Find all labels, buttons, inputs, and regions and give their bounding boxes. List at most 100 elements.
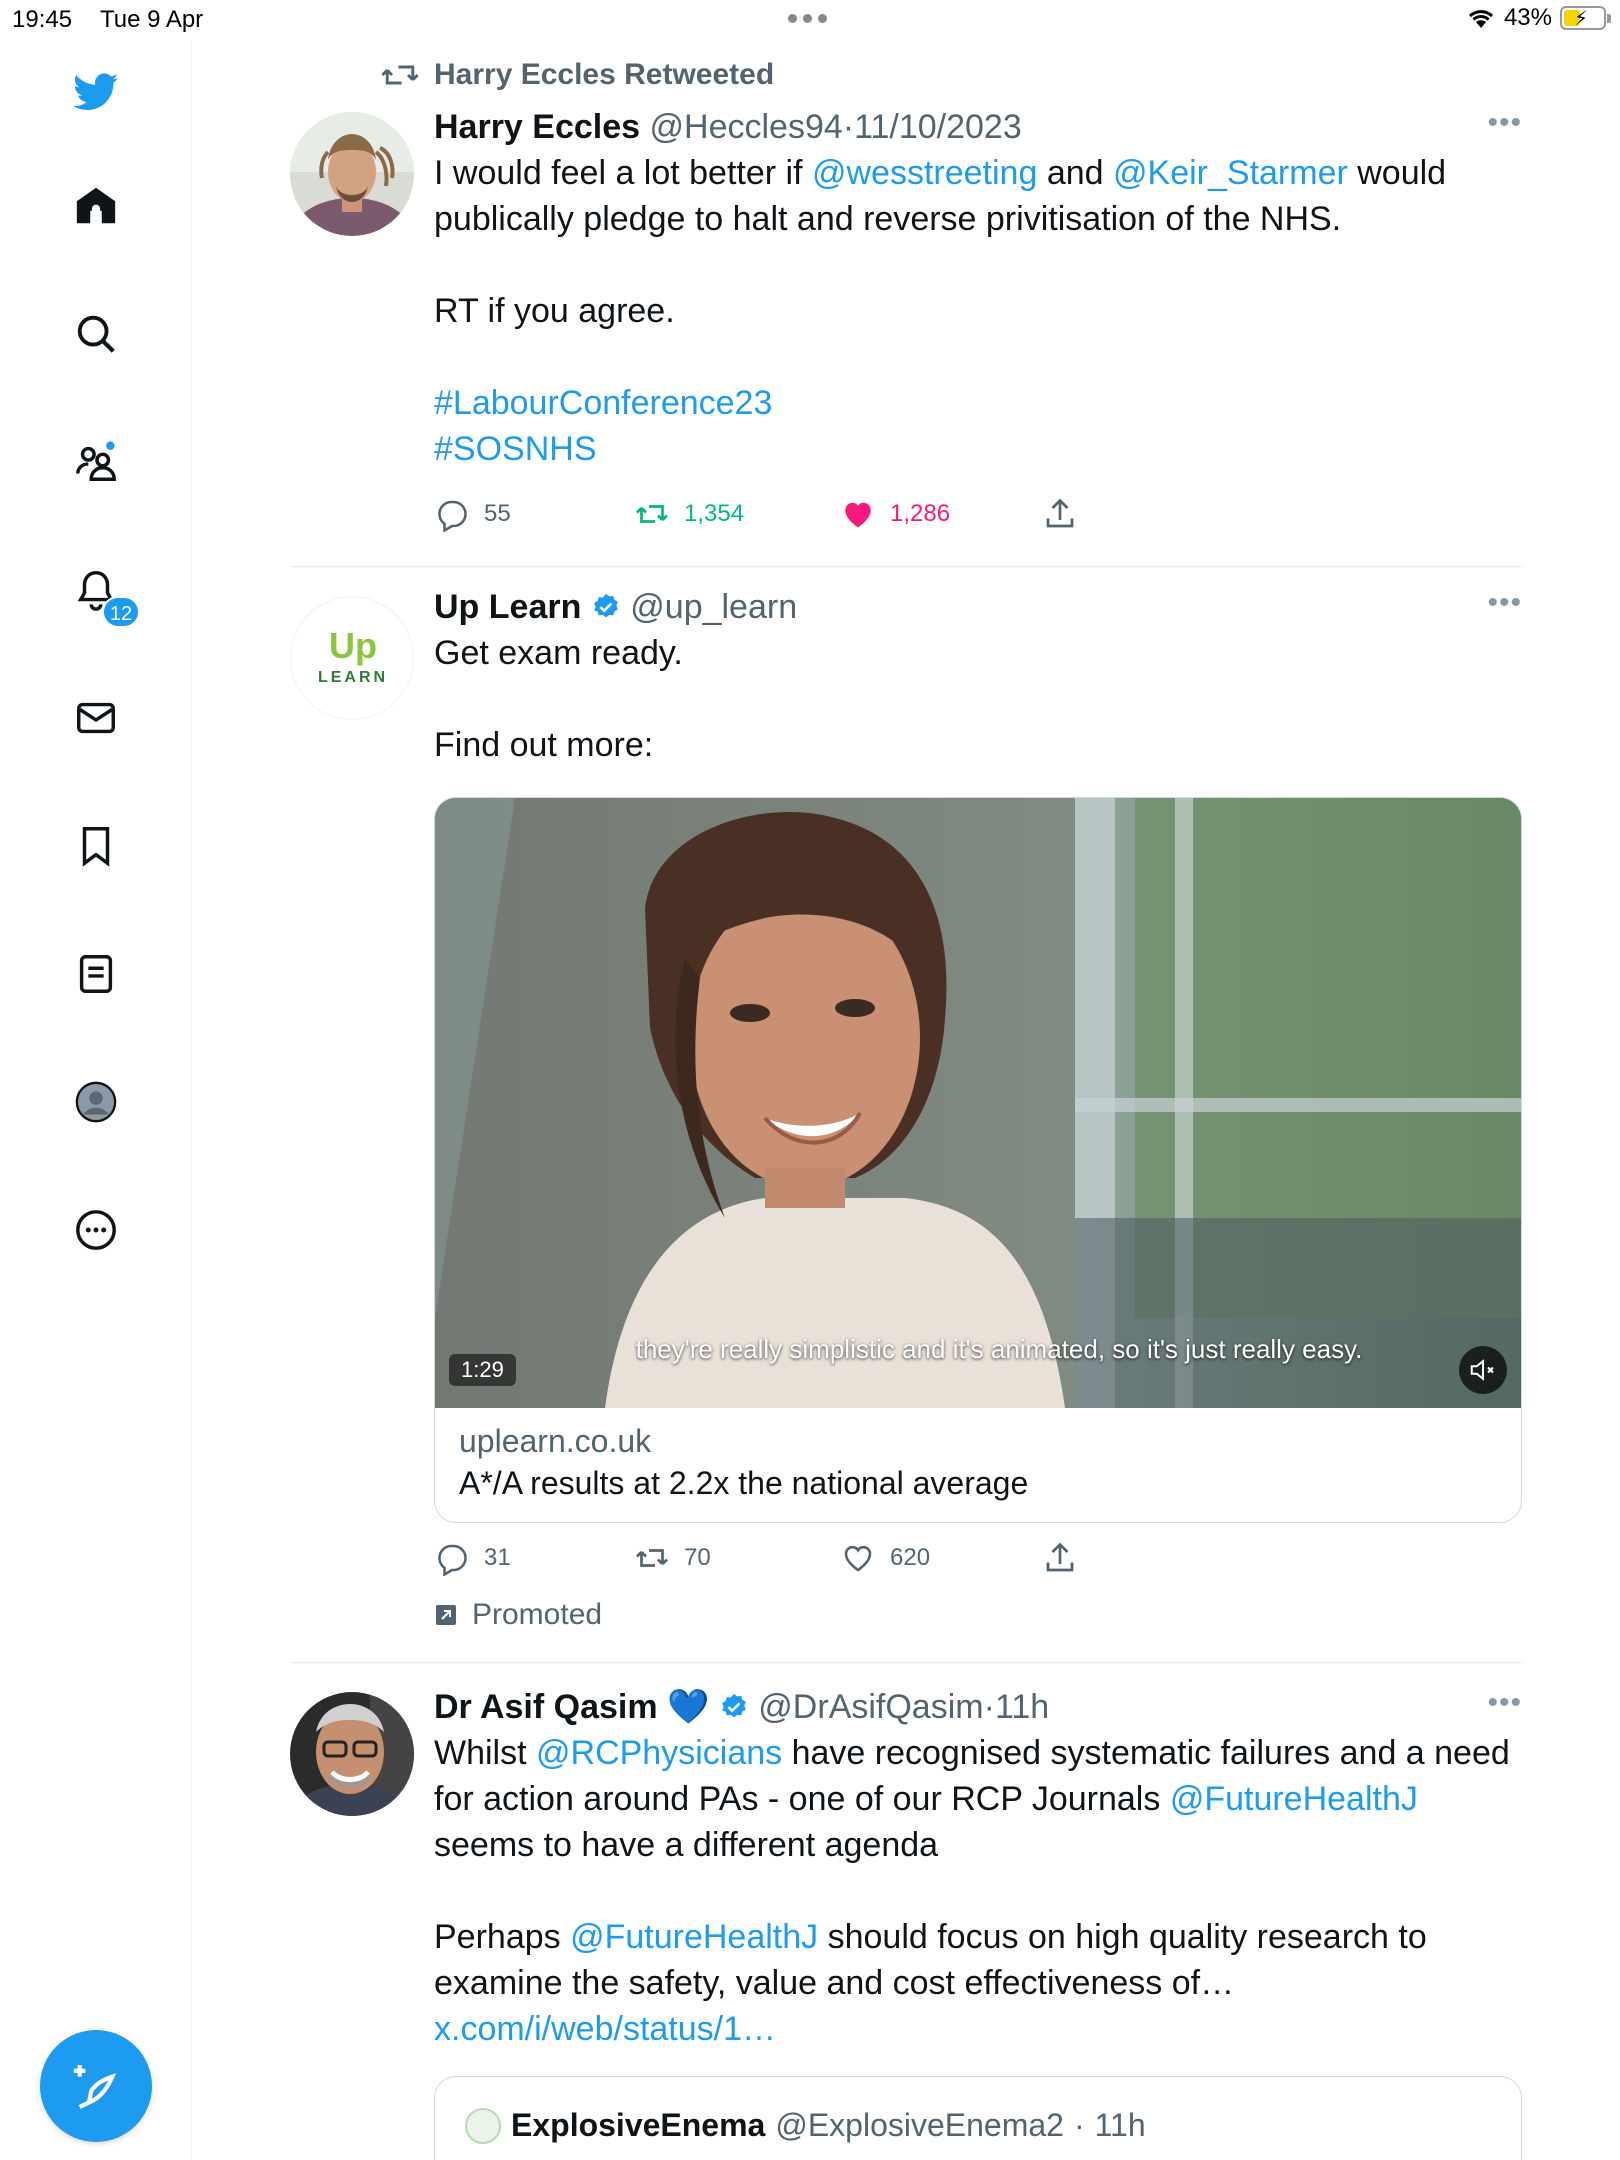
logo-text: LEARN	[317, 669, 389, 686]
heart-outline-icon	[844, 1545, 872, 1572]
separator: ·	[842, 108, 855, 146]
tweet-actions: 55 1,354 1,286	[434, 496, 1134, 536]
status-time: 19:45	[12, 6, 73, 33]
more-options-icon[interactable]: •••	[1487, 1686, 1522, 1720]
promoted-icon	[436, 1605, 456, 1625]
retweet-count: 70	[684, 1544, 711, 1571]
sidebar: 12	[0, 40, 192, 2160]
mention-link[interactable]: @Keir_Starmer	[1113, 154, 1348, 192]
reply-count: 31	[484, 1544, 511, 1571]
avatar[interactable]	[290, 1692, 414, 1816]
notifications-badge: 12	[102, 596, 140, 628]
divider	[290, 1662, 1522, 1663]
url-link[interactable]: x.com/i/web/status/1…	[434, 2010, 776, 2048]
card-footer[interactable]: uplearn.co.uk A*/A results at 2.2x the n…	[459, 1420, 1028, 1504]
list-icon[interactable]	[68, 946, 124, 1002]
verified-badge-icon	[721, 1693, 746, 1718]
tweet-header: Dr Asif Qasim 💙 @DrAsifQasim·11h	[434, 1686, 1522, 1728]
share-icon	[1046, 1542, 1074, 1572]
tweet-header: Up Learn @up_learn	[434, 586, 1522, 628]
promoted-label: Promoted	[434, 1598, 602, 1632]
reply-button[interactable]: 55	[434, 496, 511, 532]
reply-button[interactable]: 31	[434, 1540, 511, 1576]
retweet-count: 1,354	[684, 500, 745, 527]
heart-filled-icon	[845, 502, 871, 528]
tweet-timestamp[interactable]: 11h	[995, 1688, 1049, 1726]
status-bar: 19:45 Tue 9 Apr 43% ⚡	[0, 0, 1620, 40]
feather-plus-icon	[73, 2065, 117, 2109]
author-name[interactable]: Harry Eccles	[434, 108, 640, 146]
battery-percent: 43%	[1503, 4, 1552, 31]
video-caption: they're really simplistic and it's anima…	[635, 1334, 1363, 1364]
author-handle[interactable]: @Heccles94	[650, 108, 843, 146]
tweet-text: I would feel a lot better if @wesstreeti…	[434, 150, 1522, 472]
search-icon[interactable]	[68, 306, 124, 362]
like-count: 620	[890, 1544, 931, 1571]
blue-heart-emoji: 💙	[667, 1687, 710, 1727]
video-frame-image	[435, 798, 1521, 1408]
video-player[interactable]: they're really simplistic and it's anima…	[435, 798, 1521, 1408]
video-card[interactable]: they're really simplistic and it's anima…	[434, 797, 1522, 1523]
author-name[interactable]: Up Learn	[434, 588, 581, 626]
separator: ·	[1073, 2107, 1085, 2143]
multitasking-dots-icon[interactable]	[788, 14, 827, 23]
hashtag-link[interactable]: #SOSNHS	[434, 426, 1522, 472]
avatar	[465, 2107, 501, 2144]
quoted-author-handle: @ExplosiveEnema2	[775, 2107, 1064, 2143]
retweet-context-label: Harry Eccles Retweeted	[434, 58, 775, 91]
share-button[interactable]	[1042, 1540, 1078, 1576]
mention-link[interactable]: @FutureHealthJ	[1170, 1780, 1418, 1818]
tweet-actions: 31 70 620	[434, 1540, 1134, 1580]
divider	[290, 566, 1522, 567]
share-button[interactable]	[1042, 496, 1078, 532]
compose-tweet-button[interactable]	[40, 2030, 152, 2142]
card-domain: uplearn.co.uk	[459, 1423, 652, 1459]
communities-icon[interactable]	[68, 434, 124, 490]
quoted-tweet-header: ExplosiveEnema @ExplosiveEnema2 · 11h	[465, 2107, 1146, 2144]
avatar[interactable]	[290, 112, 414, 236]
retweet-icon	[636, 505, 668, 523]
tweet-header: Harry Eccles @Heccles94·11/10/2023	[434, 106, 1522, 148]
avatar[interactable]: Up LEARN	[290, 596, 414, 720]
like-button[interactable]: 620	[840, 1540, 930, 1576]
speaker-muted-icon	[1470, 1359, 1494, 1381]
tweet-text: Get exam ready. Find out more:	[434, 634, 683, 764]
tweet-timestamp[interactable]: 11/10/2023	[854, 108, 1022, 146]
home-icon[interactable]	[68, 178, 124, 234]
like-button[interactable]: 1,286	[840, 496, 950, 532]
mention-link[interactable]: @FutureHealthJ	[570, 1918, 818, 1956]
retweet-small-icon	[381, 65, 419, 85]
quoted-author-name: ExplosiveEnema	[511, 2107, 766, 2143]
mention-link[interactable]: @RCPhysicians	[536, 1734, 782, 1772]
quoted-timestamp: 11h	[1094, 2107, 1146, 2143]
author-name[interactable]: Dr Asif Qasim	[434, 1688, 658, 1726]
bookmark-icon[interactable]	[68, 818, 124, 874]
quoted-tweet[interactable]: ExplosiveEnema @ExplosiveEnema2 · 11h	[434, 2076, 1522, 2160]
retweet-icon	[636, 1549, 668, 1567]
reply-icon	[438, 500, 467, 532]
reply-icon	[438, 1544, 467, 1576]
profile-icon[interactable]	[68, 1074, 124, 1130]
separator: ·	[983, 1688, 995, 1726]
more-options-icon[interactable]: •••	[1487, 106, 1522, 140]
logo-text: Up	[329, 625, 377, 666]
reply-count: 55	[484, 500, 511, 527]
battery-icon: ⚡	[1560, 6, 1611, 30]
retweet-context: Harry Eccles Retweeted	[380, 58, 774, 92]
more-options-icon[interactable]: •••	[1487, 586, 1522, 620]
verified-badge-icon	[593, 593, 618, 618]
mute-button[interactable]	[1459, 1346, 1507, 1394]
twitter-logo-icon[interactable]	[68, 64, 124, 120]
author-handle[interactable]: @up_learn	[630, 588, 797, 626]
author-handle[interactable]: @DrAsifQasim	[758, 1688, 983, 1726]
status-date: Tue 9 Apr	[100, 6, 204, 33]
mail-icon[interactable]	[68, 690, 124, 746]
retweet-button[interactable]: 70	[634, 1540, 711, 1576]
like-count: 1,286	[890, 500, 951, 527]
card-title: A*/A results at 2.2x the national averag…	[459, 1465, 1029, 1501]
hashtag-link[interactable]: #LabourConference23	[434, 380, 1522, 426]
share-icon	[1046, 498, 1074, 528]
retweet-button[interactable]: 1,354	[634, 496, 744, 532]
more-circle-icon[interactable]	[68, 1202, 124, 1258]
mention-link[interactable]: @wesstreeting	[812, 154, 1037, 192]
